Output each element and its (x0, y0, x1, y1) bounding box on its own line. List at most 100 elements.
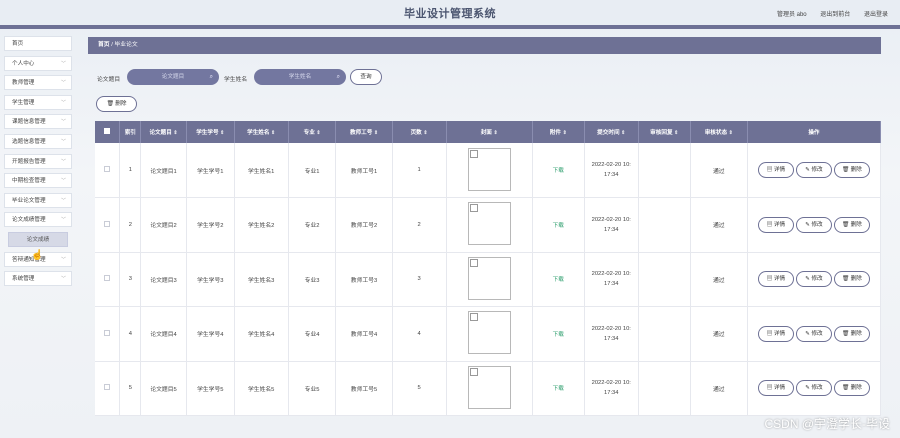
sidebar-item[interactable]: 首页 (4, 36, 72, 51)
download-link[interactable]: 下载 (553, 223, 564, 229)
edit-icon: ✎ (805, 167, 810, 173)
student-name-label: 学生姓名 (224, 77, 248, 83)
sidebar-item-label: 论文成绩管理 (12, 217, 46, 224)
edit-button[interactable]: ✎ 修改 (795, 380, 832, 397)
delete-button[interactable]: 🗑 删除 (833, 271, 870, 288)
column-header[interactable]: 论文题目 ⇕ (140, 121, 187, 143)
submit-time: 17:34 (604, 172, 619, 178)
column-header[interactable]: 学生姓名 ⇕ (234, 121, 289, 143)
download-link[interactable]: 下载 (553, 332, 564, 338)
search-bar: 论文题目 论文题目 ⌕ 学生姓名 学生姓名 ⌕ 查询 (88, 66, 881, 90)
column-header[interactable]: 审核回复 ⇕ (638, 121, 691, 143)
sidebar-item[interactable]: 选题信息管理 ﹀ (4, 133, 72, 149)
column-header[interactable]: 封面 ⇕ (446, 121, 533, 143)
sidebar-item[interactable]: 毕业论文管理 ﹀ (4, 192, 72, 208)
column-header[interactable]: 提交时间 ⇕ (584, 121, 639, 143)
table-row: 3 论文题目3 学生学号3 学生姓名3 专业3 教师工号3 3 下载 2022-02-20 10… (95, 252, 882, 307)
detail-button[interactable]: ▤ 详情 (757, 216, 794, 233)
sort-caret-icon: ⇕ (173, 130, 178, 136)
broken-image-icon (467, 311, 511, 355)
detail-button[interactable]: ▤ 详情 (757, 380, 794, 397)
student-name-cell: 学生姓名5 (234, 361, 289, 416)
sidebar-item[interactable]: 课题信息管理 ﹀ (4, 114, 72, 130)
select-all-checkbox[interactable] (104, 128, 111, 134)
column-header[interactable]: 学生学号 ⇕ (186, 121, 235, 143)
table-row: 2 论文题目2 学生学号2 学生姓名2 专业2 教师工号2 2 下载 2022-02-20 10… (95, 197, 882, 253)
search-icon: ⌕ (209, 74, 213, 80)
student-name-cell: 学生姓名2 (234, 197, 289, 253)
column-header[interactable]: 页数 ⇕ (392, 121, 447, 143)
table-row: 5 论文题目5 学生学号5 学生姓名5 专业5 教师工号5 5 下载 2022-02-20 10… (95, 361, 882, 416)
exit-to-front-link[interactable]: 退出到前台 (820, 12, 850, 18)
submit-date: 2022-02-20 10: (591, 325, 631, 332)
column-header[interactable]: 专业 ⇕ (288, 121, 337, 143)
batch-delete-button[interactable]: 🗑 删除 (96, 96, 137, 112)
row-select-cell (95, 252, 121, 307)
edit-button[interactable]: ✎ 修改 (795, 325, 832, 342)
download-link[interactable]: 下载 (553, 277, 564, 283)
sort-caret-icon: ⇕ (621, 130, 626, 136)
sidebar-item-label: 开题报告管理 (12, 158, 46, 165)
row-checkbox[interactable] (104, 384, 111, 391)
detail-button[interactable]: ▤ 详情 (757, 162, 794, 178)
detail-button[interactable]: ▤ 详情 (757, 271, 794, 288)
row-select-cell (95, 361, 121, 416)
review-reply-cell (638, 197, 691, 253)
delete-button[interactable]: 🗑 删除 (833, 325, 870, 342)
column-header[interactable]: 附件 ⇕ (532, 121, 585, 143)
sidebar-item-label: 中期检查管理 (12, 178, 46, 185)
sidebar-item[interactable]: 学生管理 ﹀ (4, 94, 72, 110)
edit-button[interactable]: ✎ 修改 (795, 162, 832, 178)
index-cell: 2 (119, 197, 142, 253)
edit-button[interactable]: ✎ 修改 (795, 271, 832, 288)
delete-button[interactable]: 🗑 删除 (833, 380, 870, 397)
search-icon: ⌕ (336, 74, 340, 80)
delete-button[interactable]: 🗑 删除 (833, 162, 870, 178)
sidebar-item[interactable]: 个人中心 ﹀ (4, 55, 72, 71)
pages-cell: 2 (392, 197, 447, 253)
sidebar-item-label: 教师管理 (12, 80, 35, 87)
download-link[interactable]: 下载 (553, 386, 564, 392)
sidebar-item[interactable]: 中期检查管理 ﹀ (4, 173, 72, 189)
column-header[interactable]: 教师工号 ⇕ (335, 121, 393, 143)
sidebar-item[interactable]: 系统管理 ﹀ (4, 271, 72, 287)
doc-icon: ▤ (766, 221, 773, 228)
chevron-down-icon: ﹀ (60, 256, 66, 263)
actions-cell: ▤ 详情 ✎ 修改 🗑 删除 (747, 197, 882, 253)
trash-icon: 🗑 (841, 221, 850, 228)
logout-link[interactable]: 退出登录 (864, 12, 888, 18)
row-checkbox[interactable] (104, 166, 111, 172)
index-cell: 5 (119, 361, 142, 416)
detail-button[interactable]: ▤ 详情 (757, 325, 794, 342)
sidebar-item[interactable]: 论文成绩管理 ﹀ (4, 212, 72, 228)
cover-cell (446, 252, 533, 307)
download-link[interactable]: 下载 (553, 168, 564, 174)
review-status-cell: 通过 (690, 197, 748, 253)
query-button[interactable]: 查询 (350, 69, 382, 85)
trash-icon: 🗑 (841, 385, 850, 392)
sidebar-item[interactable]: 教师管理 ﹀ (4, 75, 72, 91)
sort-caret-icon: ⇕ (220, 130, 225, 136)
submit-date: 2022-02-20 10: (591, 216, 631, 223)
breadcrumb-home[interactable]: 首页 (98, 42, 110, 48)
cover-cell (446, 306, 533, 362)
row-checkbox[interactable] (104, 275, 111, 282)
delete-button[interactable]: 🗑 删除 (833, 216, 870, 233)
submit-time-cell: 2022-02-20 10: 17:34 (584, 252, 639, 307)
column-header[interactable]: 审核状态 ⇕ (690, 121, 748, 143)
title-search-input[interactable]: 论文题目 ⌕ (127, 69, 219, 85)
top-links: 管理员 abo 退出到前台 退出登录 (765, 9, 888, 18)
batch-action-bar: 🗑 删除 (88, 94, 881, 114)
major-cell: 专业5 (288, 361, 337, 416)
broken-image-icon (467, 202, 511, 246)
row-checkbox[interactable] (104, 220, 111, 227)
row-checkbox[interactable] (104, 329, 111, 336)
student-name-input[interactable]: 学生姓名 ⌕ (254, 69, 346, 85)
sidebar-item[interactable]: 开题报告管理 ﹀ (4, 153, 72, 169)
actions-cell: ▤ 详情 ✎ 修改 🗑 删除 (747, 252, 882, 307)
submit-date: 2022-02-20 10: (591, 271, 631, 278)
sidebar-subitem-thesis-score[interactable]: 论文成绩 (8, 231, 68, 247)
top-accent-line (0, 25, 900, 29)
edit-button[interactable]: ✎ 修改 (795, 216, 832, 233)
index-cell: 4 (119, 306, 142, 362)
